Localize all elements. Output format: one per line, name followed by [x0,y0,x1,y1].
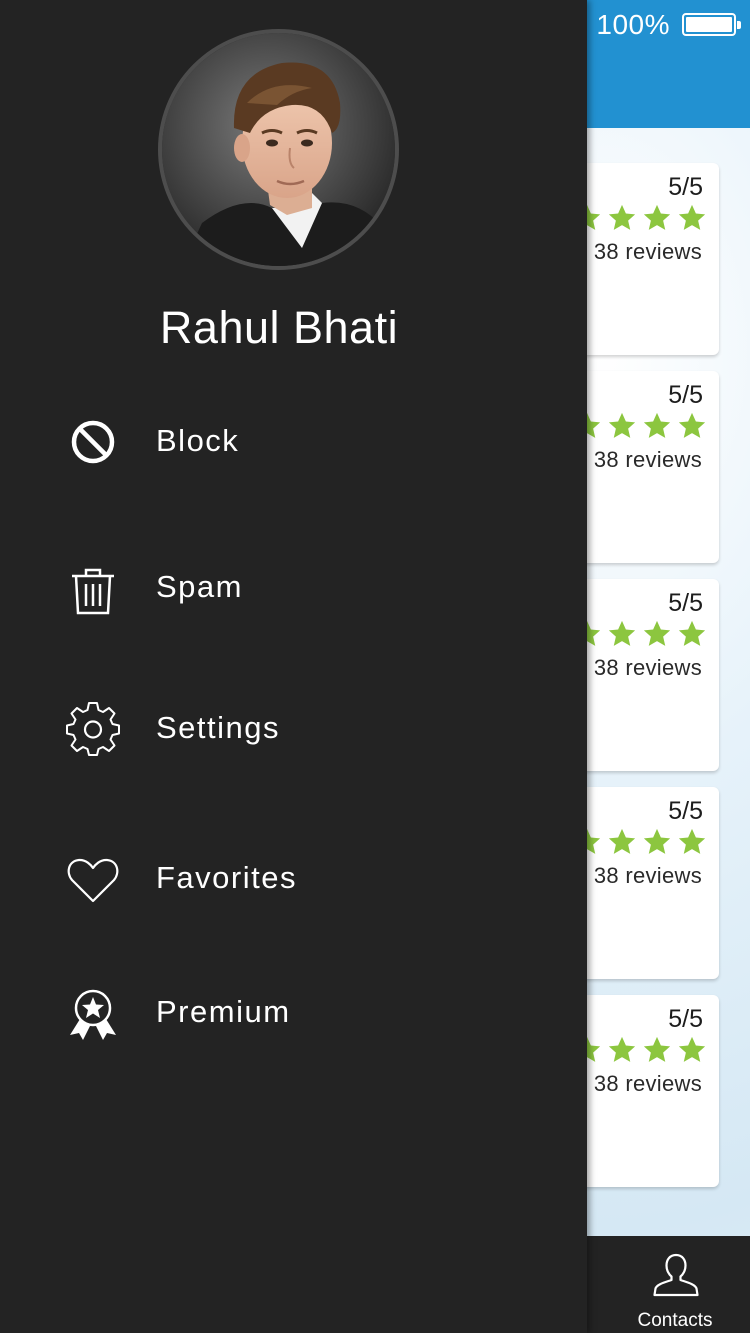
star-icon [643,412,671,438]
star-icon [678,204,706,230]
battery-icon [682,13,741,36]
contacts-label: Contacts [637,1310,713,1331]
star-icon [608,204,636,230]
heart-icon [67,858,119,903]
rating-score: 5/5 [668,173,703,201]
star-icon [643,204,671,230]
avatar[interactable] [158,29,399,270]
rating-stars [567,619,707,649]
battery-percentage: 100% [596,9,670,40]
menu-item-settings[interactable]: Settings [60,694,530,764]
rating-stars [567,827,707,857]
menu-item-premium[interactable]: Premium [60,978,530,1048]
menu-item-label: Premium [156,994,291,1029]
reviews-count: 38 reviews [593,655,702,680]
rating-score: 5/5 [668,589,703,617]
profile-name: Rahul Bhati [159,302,399,353]
block-icon [71,420,115,464]
star-icon [608,1036,636,1062]
menu-item-favorites[interactable]: Favorites [60,844,530,914]
reviews-count: 38 reviews [593,447,702,472]
rating-stars [567,1035,707,1065]
star-icon [608,412,636,438]
contacts-tab[interactable]: Contacts [624,1236,726,1333]
rating-score: 5/5 [668,797,703,825]
star-icon [678,828,706,854]
menu-item-block[interactable]: Block [60,407,530,477]
star-icon [608,828,636,854]
reviews-count: 38 reviews [593,239,702,264]
star-icon [678,1036,706,1062]
rating-score: 5/5 [668,1005,703,1033]
gear-icon [66,702,120,756]
menu-item-label: Favorites [156,860,297,895]
navigation-drawer: Rahul Bhati Block Spam Settings Favorite… [0,0,587,1333]
trash-icon [72,568,114,615]
star-icon [643,1036,671,1062]
rating-score: 5/5 [668,381,703,409]
profile-photo [162,33,395,266]
menu-item-spam[interactable]: Spam [60,553,530,623]
star-icon [643,828,671,854]
menu-item-label: Block [156,423,240,458]
star-icon [608,620,636,646]
rating-stars [567,203,707,233]
rating-stars [567,411,707,441]
contacts-icon [653,1253,699,1297]
star-icon [643,620,671,646]
star-icon [678,620,706,646]
star-icon [678,412,706,438]
menu-item-label: Spam [156,569,243,604]
menu-item-label: Settings [156,710,281,745]
reviews-count: 38 reviews [593,1071,702,1096]
award-icon [70,989,116,1040]
reviews-count: 38 reviews [593,863,702,888]
